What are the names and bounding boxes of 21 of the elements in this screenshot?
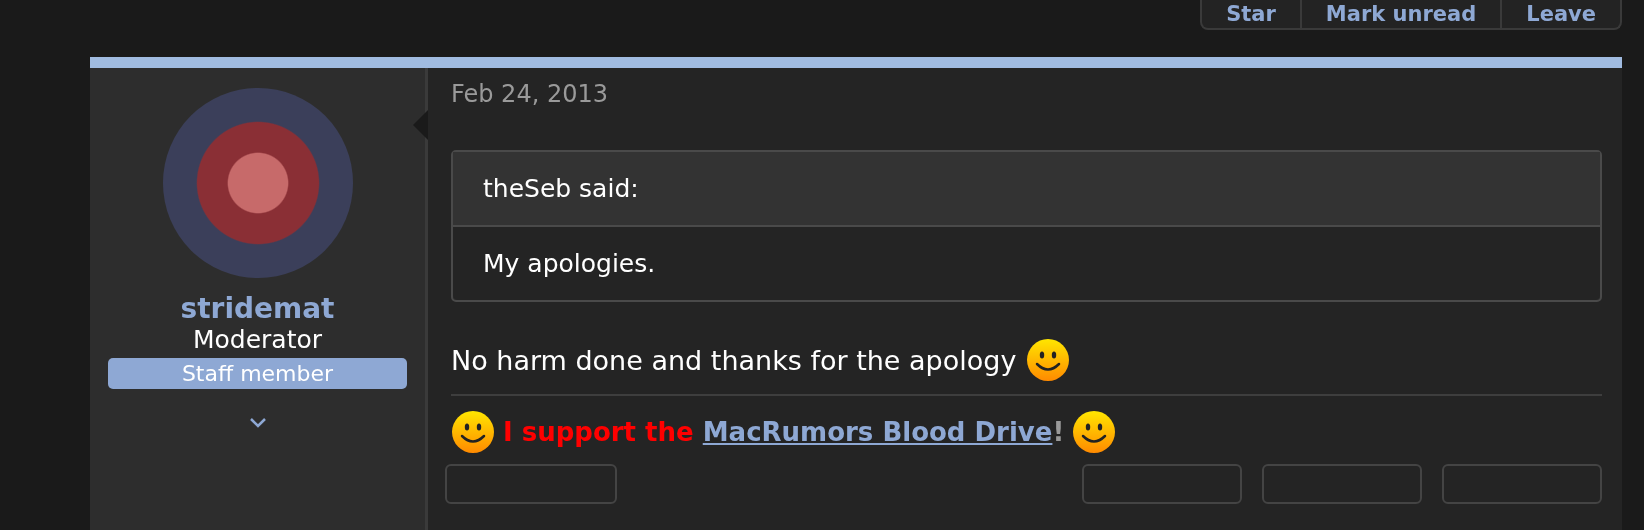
post-date[interactable]: Feb 24, 2013: [451, 80, 1602, 110]
post-action-button[interactable]: [1442, 464, 1602, 504]
quote-text: My apologies.: [453, 227, 1600, 300]
user-title: Moderator: [192, 325, 323, 354]
signature-text: I support the MacRumors Blood Drive!: [503, 417, 1065, 447]
message-text: No harm done and thanks for the apology: [451, 344, 1017, 376]
speech-pointer: [413, 110, 428, 140]
thread-action-button[interactable]: Star: [1202, 0, 1300, 28]
staff-badge: Staff member: [108, 358, 407, 389]
thread-action-button[interactable]: Leave: [1500, 0, 1620, 28]
blood-drive-link[interactable]: MacRumors Blood Drive: [702, 417, 1053, 447]
thread-action-button[interactable]: Mark unread: [1299, 0, 1501, 28]
post-action-button[interactable]: [1262, 464, 1422, 504]
chevron-down-icon[interactable]: [248, 417, 267, 428]
quote-attribution[interactable]: theSeb said:: [453, 152, 1600, 227]
post-action-button[interactable]: [445, 464, 617, 504]
smiley-icon: [451, 410, 495, 454]
username-link[interactable]: stridemat: [180, 292, 335, 325]
post-action-button[interactable]: [1082, 464, 1242, 504]
smiley-icon: [1072, 410, 1117, 454]
smiley-icon: [1026, 338, 1071, 382]
